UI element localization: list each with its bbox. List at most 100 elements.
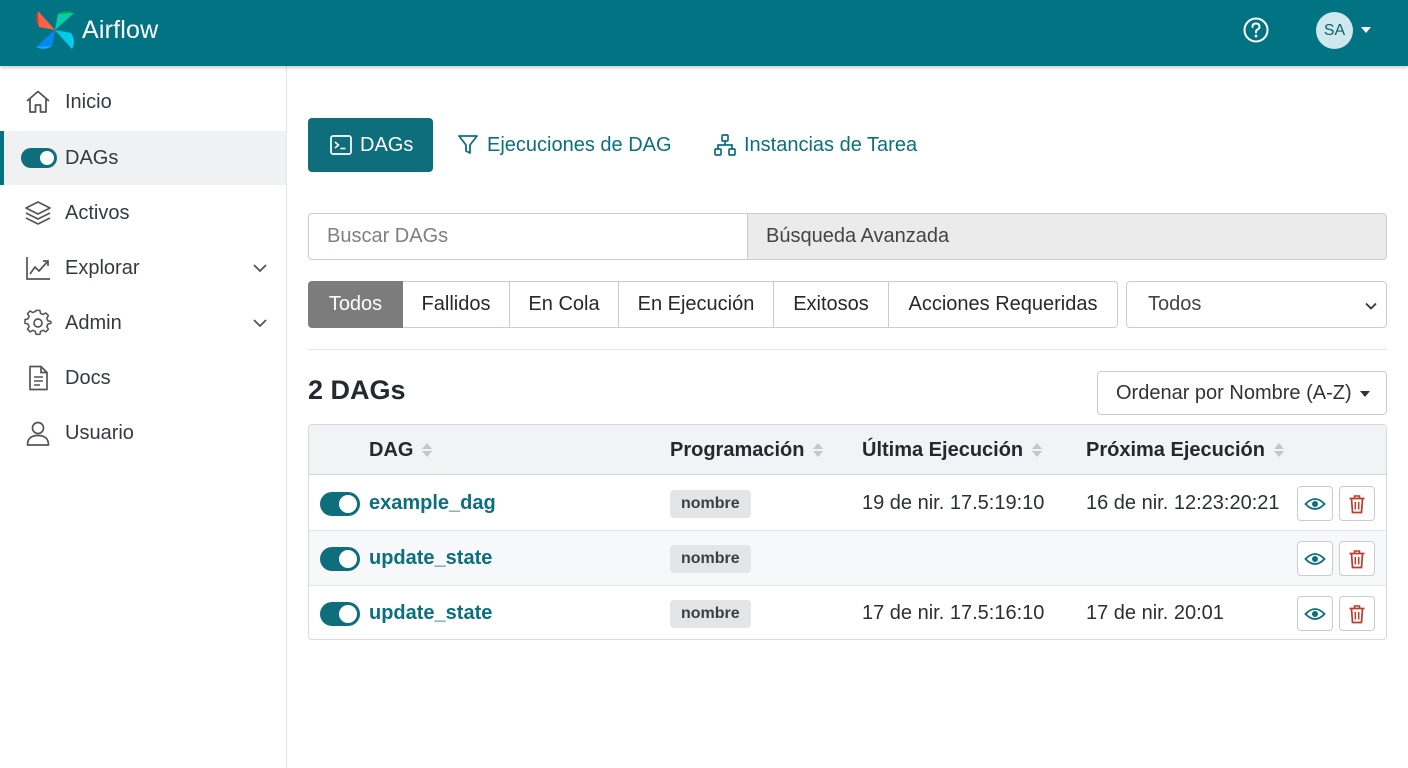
sidebar-item-usuario[interactable]: Usuario (0, 406, 286, 460)
dag-name-link[interactable]: update_state (369, 531, 492, 586)
app-title: Airflow (82, 15, 159, 44)
state-filter-group: Todos Fallidos En Cola En Ejecución Exit… (308, 281, 1118, 328)
schedule-badge: nombre (670, 490, 751, 518)
sort-icon (1273, 443, 1284, 457)
column-header-ultima-ejecucion[interactable]: Última Ejecución (862, 425, 1043, 475)
toggle-icon (20, 144, 58, 172)
sidebar-item-label: Docs (65, 366, 111, 389)
column-header-label: Programación (670, 438, 805, 461)
column-header-label: Última Ejecución (862, 438, 1024, 461)
eye-icon (1304, 497, 1326, 510)
filter-icon (458, 135, 478, 154)
main-content: DAGs Ejecuciones de DAG Instancias de Ta… (288, 66, 1408, 768)
dag-pause-toggle[interactable] (320, 547, 360, 571)
sort-icon (1032, 443, 1043, 457)
sidebar-item-docs[interactable]: Docs (0, 351, 286, 405)
view-dag-button[interactable] (1297, 596, 1333, 631)
user-icon (24, 419, 52, 447)
tab-ejecuciones-de-dag[interactable]: Ejecuciones de DAG (457, 118, 672, 172)
sidebar-item-explorar[interactable]: Explorar (0, 241, 286, 295)
column-header-label: Próxima Ejecución (1086, 438, 1265, 461)
trash-icon (1349, 604, 1365, 623)
dag-name-link[interactable]: example_dag (369, 476, 496, 531)
divider (308, 349, 1387, 350)
dag-pause-toggle[interactable] (320, 602, 360, 626)
filter-acciones-requeridas-button[interactable]: Acciones Requeridas (889, 281, 1118, 328)
document-icon (24, 364, 52, 392)
sidebar-item-inicio[interactable]: Inicio (0, 75, 286, 129)
top-navbar: Airflow SA (0, 0, 1408, 66)
user-avatar[interactable]: SA (1316, 12, 1353, 49)
sidebar-item-label: Explorar (65, 256, 140, 279)
view-dag-button[interactable] (1297, 486, 1333, 521)
eye-icon (1304, 552, 1326, 565)
help-button[interactable] (1242, 16, 1270, 44)
sort-icon (813, 443, 824, 457)
filter-fallidos-button[interactable]: Fallidos (403, 281, 510, 328)
sidebar-item-activos[interactable]: Activos (0, 186, 286, 240)
dag-count-title: 2 DAGs (308, 375, 406, 405)
table-row: update_state nombre (309, 531, 1386, 586)
tab-label: DAGs (360, 133, 414, 156)
sort-label: Ordenar por Nombre (A-Z) (1116, 381, 1352, 404)
dag-name-link[interactable]: update_state (369, 586, 492, 639)
sidebar-item-label: Activos (65, 201, 130, 224)
next-run-cell: 17 de nir. 20:01 (1086, 602, 1224, 624)
delete-dag-button[interactable] (1339, 486, 1375, 521)
sidebar-item-label: Usuario (65, 421, 134, 444)
terminal-icon (330, 135, 352, 155)
filter-en-cola-button[interactable]: En Cola (510, 281, 619, 328)
column-header-label: DAG (369, 438, 414, 461)
eye-icon (1304, 607, 1326, 620)
last-run-cell: 17 de nir. 17.5:16:10 (862, 602, 1045, 624)
sidebar-item-label: Admin (65, 311, 122, 334)
trash-icon (1349, 549, 1365, 568)
chevron-down-icon (1365, 302, 1377, 310)
table-header: DAG Programación Última Ejecución Próxim… (309, 425, 1386, 475)
filter-en-ejecucion-button[interactable]: En Ejecución (619, 281, 774, 328)
chevron-down-icon[interactable] (250, 313, 270, 333)
gear-icon (24, 309, 52, 337)
advanced-search-button[interactable]: Búsqueda Avanzada (747, 213, 1387, 260)
filter-select-value: Todos (1148, 293, 1202, 315)
filter-exitosos-button[interactable]: Exitosos (774, 281, 889, 328)
last-run-cell: 19 de nir. 17.5:19:10 (862, 492, 1045, 514)
column-header-dag[interactable]: DAG (369, 425, 433, 475)
dag-pause-toggle[interactable] (320, 492, 360, 516)
home-icon (24, 88, 52, 116)
brand[interactable]: Airflow (30, 5, 158, 55)
sidebar-item-label: Inicio (65, 90, 112, 113)
tab-label: Ejecuciones de DAG (487, 133, 672, 156)
trash-icon (1349, 494, 1365, 513)
column-header-programacion[interactable]: Programación (670, 425, 824, 475)
sidebar-item-dags[interactable]: DAGs (0, 131, 286, 185)
tab-instancias-de-tarea[interactable]: Instancias de Tarea (714, 118, 917, 172)
table-row: example_dag nombre 19 de nir. 17.5:19:10… (309, 476, 1386, 531)
user-menu-caret-icon[interactable] (1361, 27, 1371, 33)
schedule-badge: nombre (670, 600, 751, 628)
view-dag-button[interactable] (1297, 541, 1333, 576)
sort-icon (422, 443, 433, 457)
hierarchy-icon (714, 134, 736, 156)
sidebar: Inicio DAGs Activos Explorar Admin Docs (0, 66, 287, 768)
search-input[interactable] (308, 213, 748, 260)
tab-dags[interactable]: DAGs (308, 118, 434, 172)
filter-select[interactable]: Todos (1126, 281, 1387, 328)
sidebar-item-admin[interactable]: Admin (0, 296, 286, 350)
help-icon (1243, 17, 1269, 43)
chart-line-icon (24, 254, 52, 282)
schedule-badge: nombre (670, 545, 751, 573)
layers-icon (24, 199, 52, 227)
column-header-proxima-ejecucion[interactable]: Próxima Ejecución (1086, 425, 1285, 475)
delete-dag-button[interactable] (1339, 541, 1375, 576)
next-run-cell: 16 de nir. 12:23:20:21 (1086, 492, 1280, 514)
dags-table: DAG Programación Última Ejecución Próxim… (308, 424, 1387, 640)
delete-dag-button[interactable] (1339, 596, 1375, 631)
sidebar-item-label: DAGs (65, 146, 119, 169)
sort-dropdown[interactable]: Ordenar por Nombre (A-Z) (1097, 371, 1387, 415)
chevron-down-icon[interactable] (250, 258, 270, 278)
tab-label: Instancias de Tarea (744, 133, 918, 156)
filter-todos-button[interactable]: Todos (308, 281, 403, 328)
caret-down-icon (1360, 391, 1370, 397)
airflow-logo-icon (36, 11, 74, 49)
